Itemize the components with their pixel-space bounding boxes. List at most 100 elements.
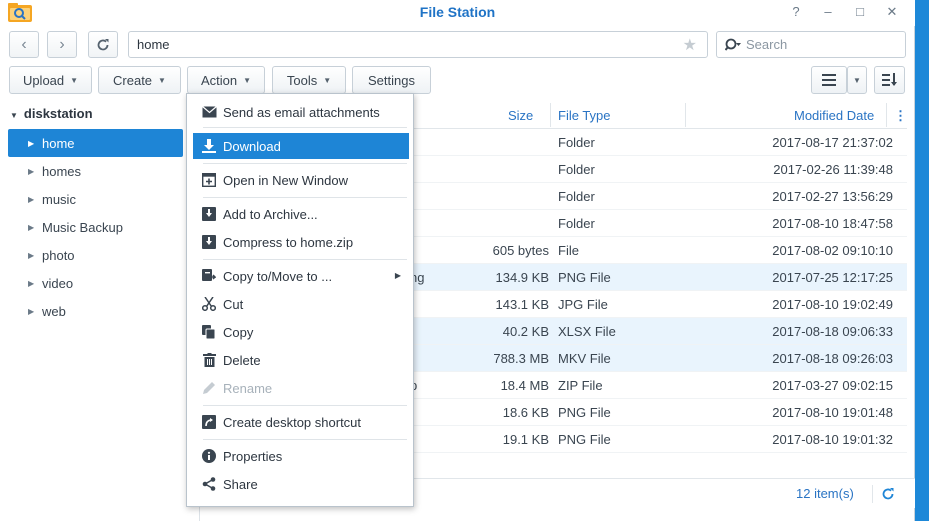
path-text: home xyxy=(137,37,170,52)
view-mode-dropdown[interactable]: ▼ xyxy=(847,66,867,94)
file-type: PNG File xyxy=(558,432,611,447)
caret-down-icon: ▼ xyxy=(10,111,18,120)
menu-item-properties[interactable]: Properties xyxy=(193,443,409,469)
column-file-type[interactable]: File Type xyxy=(558,108,611,123)
tree-root[interactable]: ▼ diskstation xyxy=(10,106,93,121)
menu-item-send-email[interactable]: Send as email attachments xyxy=(193,99,409,125)
file-type: ZIP File xyxy=(558,378,603,393)
menu-item-open-new-window[interactable]: Open in New Window xyxy=(193,167,409,193)
tree-item-music[interactable]: ▶ music xyxy=(8,185,183,213)
tree-item-label: music xyxy=(42,191,76,207)
refresh-button[interactable] xyxy=(88,31,118,58)
tree-item-label: home xyxy=(42,135,75,151)
column-size[interactable]: Size xyxy=(508,108,533,123)
file-type: Folder xyxy=(558,189,595,204)
tree-item-home[interactable]: ▶ home xyxy=(8,129,183,157)
file-type: Folder xyxy=(558,162,595,177)
menu-separator xyxy=(203,163,407,164)
menu-item-label: Properties xyxy=(223,448,283,464)
menu-item-share[interactable]: Share xyxy=(193,471,409,497)
download-icon xyxy=(201,138,217,154)
column-divider xyxy=(886,103,887,127)
menu-item-copy[interactable]: Copy xyxy=(193,319,409,345)
forward-button[interactable]: › xyxy=(47,31,77,58)
view-mode-button[interactable] xyxy=(811,66,847,94)
file-modified: 2017-07-25 12:17:25 xyxy=(772,270,893,285)
sort-button[interactable] xyxy=(874,66,905,94)
star-icon[interactable]: ★ xyxy=(683,35,697,55)
file-type: XLSX File xyxy=(558,324,616,339)
copy-move-icon xyxy=(201,268,217,284)
archive-icon xyxy=(201,206,217,222)
menu-separator xyxy=(203,405,407,406)
settings-button[interactable]: Settings xyxy=(352,66,431,94)
tools-button[interactable]: Tools ▼ xyxy=(272,66,346,94)
tree-item-homes[interactable]: ▶ homes xyxy=(8,157,183,185)
search-icon xyxy=(725,38,741,51)
file-modified: 2017-08-18 09:06:33 xyxy=(772,324,893,339)
caret-right-icon: ▶ xyxy=(28,222,35,232)
shortcut-icon xyxy=(201,414,217,430)
pencil-icon xyxy=(201,380,217,396)
folder-tree: ▼ diskstation ▶ home ▶ homes ▶ music ▶ Music … xyxy=(0,100,200,521)
tools-label: Tools xyxy=(286,72,318,88)
back-button[interactable]: ‹ xyxy=(9,31,39,58)
file-modified: 2017-08-02 09:10:10 xyxy=(772,243,893,258)
menu-separator xyxy=(203,197,407,198)
file-type: PNG File xyxy=(558,270,611,285)
window-title: File Station xyxy=(419,4,496,20)
action-label: Action xyxy=(200,72,238,88)
menu-item-compress[interactable]: Compress to home.zip xyxy=(193,229,409,255)
upload-button[interactable]: Upload ▼ xyxy=(9,66,92,94)
menu-item-cut[interactable]: Cut xyxy=(193,291,409,317)
item-count: 12 item(s) xyxy=(796,486,854,501)
menu-item-label: Delete xyxy=(223,352,261,368)
caret-right-icon: ▶ xyxy=(394,271,401,280)
tree-item-label: web xyxy=(42,303,66,319)
file-size: 19.1 KB xyxy=(502,432,549,447)
upload-label: Upload xyxy=(22,72,65,88)
file-modified: 2017-08-10 19:01:32 xyxy=(772,432,893,447)
tree-item-web[interactable]: ▶ web xyxy=(8,297,183,325)
menu-separator xyxy=(203,259,407,260)
minimize-icon[interactable]: – xyxy=(819,4,837,19)
caret-down-icon: ▼ xyxy=(158,75,166,85)
compress-icon xyxy=(201,234,217,250)
path-input[interactable]: home ★ xyxy=(128,31,708,58)
action-button[interactable]: Action ▼ xyxy=(187,66,265,94)
close-icon[interactable]: ✕ xyxy=(883,4,901,20)
menu-item-label: Rename xyxy=(223,380,273,396)
help-icon[interactable]: ? xyxy=(787,4,805,19)
menu-separator xyxy=(203,439,407,440)
tree-item-label: video xyxy=(42,275,74,291)
tree-item-music-backup[interactable]: ▶ Music Backup xyxy=(8,213,183,241)
tree-item-video[interactable]: ▶ video xyxy=(8,269,183,297)
menu-item-download[interactable]: Download xyxy=(193,133,409,159)
settings-label: Settings xyxy=(368,72,415,88)
menu-item-rename: Rename xyxy=(193,375,409,401)
file-modified: 2017-02-27 13:56:29 xyxy=(772,189,893,204)
menu-item-copy-move[interactable]: Copy to/Move to ... ▶ xyxy=(193,263,409,289)
caret-right-icon: ▶ xyxy=(28,194,35,204)
create-button[interactable]: Create ▼ xyxy=(98,66,181,94)
file-type: JPG File xyxy=(558,297,608,312)
menu-item-desktop-shortcut[interactable]: Create desktop shortcut xyxy=(193,409,409,435)
title-bar: File Station ? – □ ✕ xyxy=(0,0,915,26)
caret-right-icon: ▶ xyxy=(28,278,35,288)
search-placeholder: Search xyxy=(746,37,788,52)
search-input[interactable]: Search xyxy=(716,31,906,58)
menu-item-label: Send as email attachments xyxy=(223,104,380,120)
maximize-icon[interactable]: □ xyxy=(851,4,869,19)
tree-item-label: photo xyxy=(42,247,75,263)
envelope-icon xyxy=(201,104,217,120)
column-modified-date[interactable]: Modified Date xyxy=(794,108,874,123)
refresh-icon[interactable] xyxy=(881,487,895,501)
file-size: 143.1 KB xyxy=(495,297,550,312)
refresh-icon xyxy=(97,38,109,50)
caret-down-icon: ▼ xyxy=(243,75,252,85)
menu-item-delete[interactable]: Delete xyxy=(193,347,409,373)
menu-item-add-archive[interactable]: Add to Archive... xyxy=(193,201,409,227)
menu-item-label: Copy xyxy=(223,324,254,340)
column-menu-icon[interactable]: ⋮ xyxy=(894,108,907,124)
tree-item-photo[interactable]: ▶ photo xyxy=(8,241,183,269)
